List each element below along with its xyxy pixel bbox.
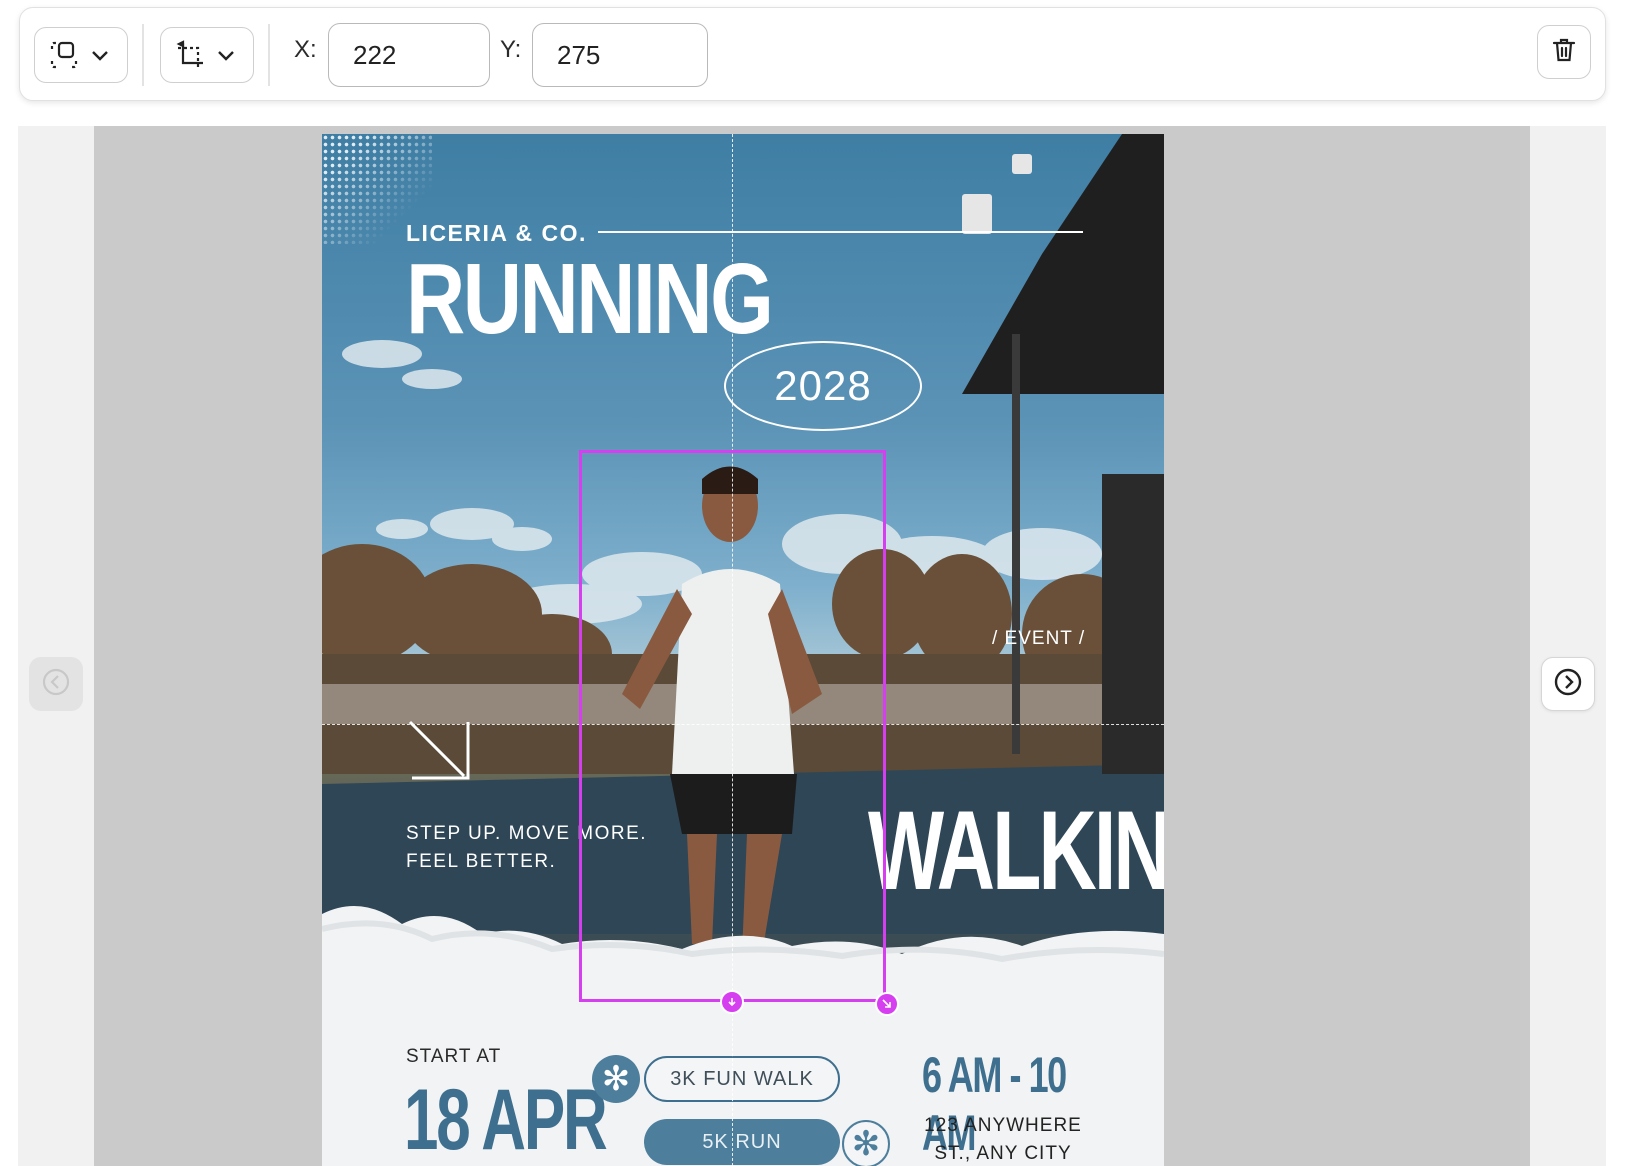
option-fun-walk[interactable]: 3K FUN WALK (644, 1056, 840, 1102)
x-label: X: (294, 36, 317, 63)
chevron-left-circle-icon (41, 667, 71, 702)
object-toolbar: X: Y: (19, 7, 1606, 101)
chevron-down-icon (215, 44, 237, 66)
asterisk-icon[interactable]: ✻ (592, 1055, 640, 1103)
poster-design[interactable]: LICERIA & CO. RUNNING 2028 / EVENT / STE… (322, 134, 1164, 1166)
resize-handle-corner[interactable] (875, 992, 899, 1016)
brand-divider-line (598, 231, 1083, 233)
year-badge[interactable]: 2028 (724, 341, 922, 431)
address-line-2: ST., ANY CITY (934, 1143, 1072, 1164)
event-date[interactable]: 18 APR (404, 1071, 608, 1166)
previous-page-button[interactable] (29, 657, 83, 711)
option-fun-walk-label: 3K FUN WALK (670, 1067, 814, 1090)
canvas-area: LICERIA & CO. RUNNING 2028 / EVENT / STE… (18, 126, 1606, 1166)
asterisk-icon[interactable]: ✻ (842, 1120, 890, 1166)
chevron-down-icon (89, 44, 111, 66)
event-label[interactable]: / EVENT / (992, 628, 1085, 650)
toolbar-divider (268, 24, 270, 86)
toolbar-divider (142, 24, 144, 86)
next-page-button[interactable] (1541, 657, 1595, 711)
trash-icon (1550, 36, 1578, 69)
position-tool-dropdown[interactable] (34, 27, 128, 83)
event-address[interactable]: 123 ANYWHERE ST., ANY CITY (920, 1112, 1086, 1166)
y-coordinate-input[interactable] (532, 23, 708, 87)
year-text: 2028 (774, 362, 872, 409)
selected-element-frame[interactable] (579, 450, 886, 1002)
start-label[interactable]: START AT (406, 1046, 501, 1068)
chevron-right-circle-icon (1553, 667, 1583, 702)
option-5k-run-label: 5K RUN (702, 1130, 782, 1153)
poster-title-running[interactable]: RUNNING (406, 242, 774, 357)
x-coordinate-input[interactable] (328, 23, 490, 87)
poster-title-walking[interactable]: WALKING (868, 786, 1164, 915)
frame-select-icon (49, 40, 79, 70)
delete-button[interactable] (1537, 25, 1591, 79)
y-label: Y: (500, 36, 522, 63)
option-5k-run[interactable]: 5K RUN (644, 1119, 840, 1165)
arrow-down-right-icon[interactable] (406, 718, 470, 787)
address-line-1: 123 ANYWHERE (924, 1115, 1082, 1136)
resize-handle-bottom[interactable] (720, 990, 744, 1014)
crop-rotate-icon (175, 40, 205, 70)
transform-tool-dropdown[interactable] (160, 27, 254, 83)
